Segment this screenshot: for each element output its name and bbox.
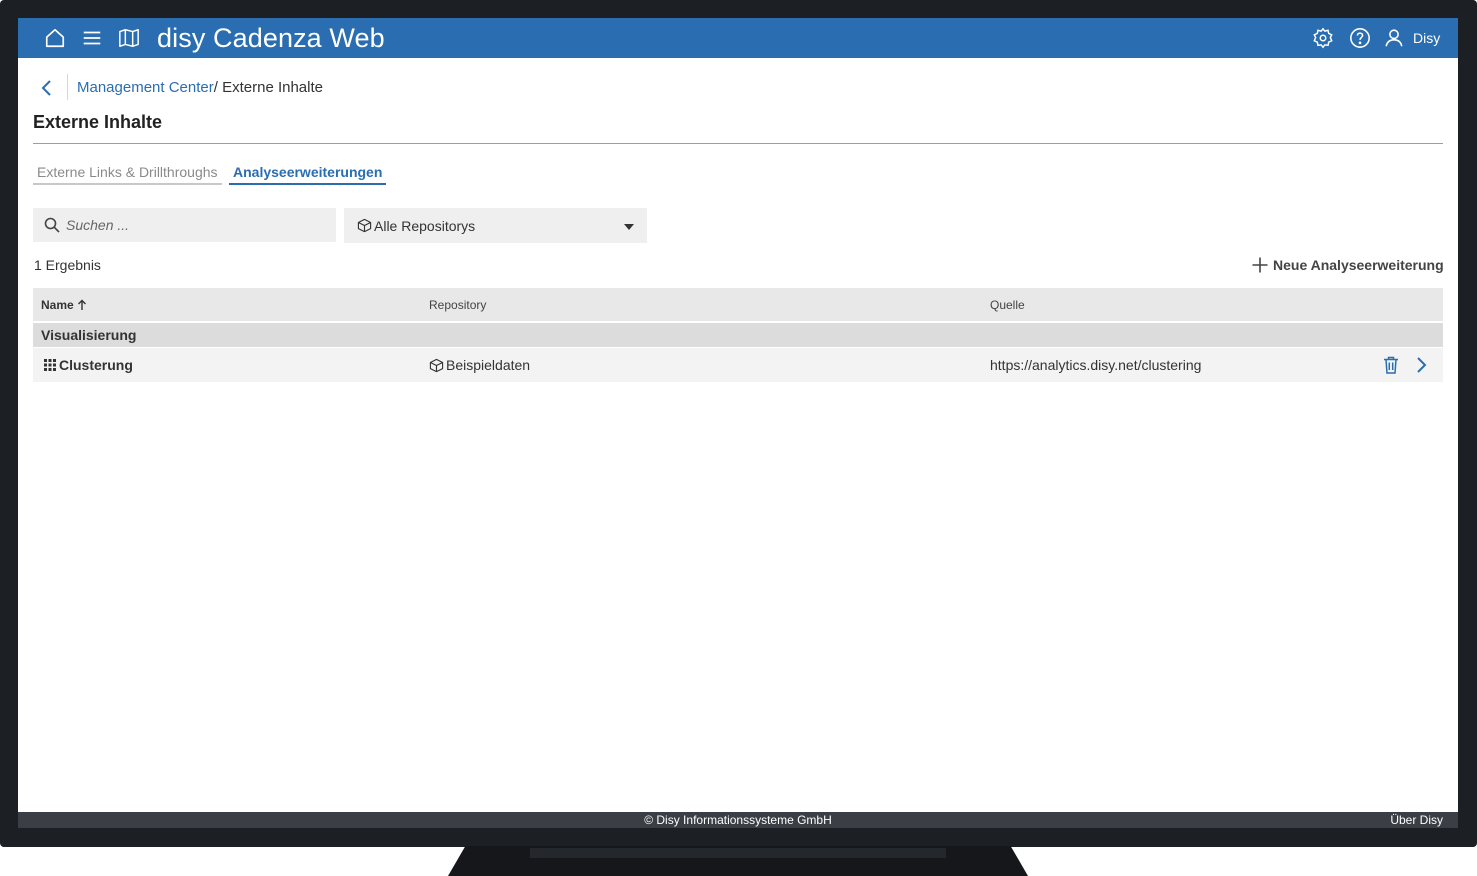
trash-icon[interactable] [1382, 356, 1400, 374]
row-repository: Beispieldaten [446, 357, 531, 373]
help-icon[interactable] [1348, 26, 1372, 50]
plus-icon [1252, 257, 1268, 273]
result-count: 1 Ergebnis [34, 257, 101, 273]
table-header: Name Repository Quelle [33, 288, 1443, 321]
breadcrumb: Management Center/ Externe Inhalte [77, 79, 323, 96]
app-window: disy Cadenza Web Disy Management Center/… [18, 18, 1458, 828]
search-box [33, 208, 336, 242]
search-input[interactable] [66, 210, 316, 240]
breadcrumb-link-management-center[interactable]: Management Center [77, 79, 214, 96]
footer: © Disy Informationssysteme GmbH Über Dis… [18, 812, 1458, 828]
copyright-text: © Disy Informationssysteme GmbH [644, 813, 832, 827]
row-name-cell: Clusterung [44, 357, 133, 373]
top-bar: disy Cadenza Web Disy [18, 18, 1458, 58]
breadcrumb-divider [67, 74, 68, 100]
row-repository-cell: Beispieldaten [429, 357, 530, 373]
column-header-repository[interactable]: Repository [429, 298, 486, 312]
search-icon [44, 217, 60, 233]
map-icon[interactable] [117, 26, 141, 50]
table-row[interactable]: Clusterung Beispieldaten https://analyti… [33, 348, 1443, 382]
tab-externe-links[interactable]: Externe Links & Drillthroughs [33, 164, 222, 185]
table-group-row: Visualisierung [33, 323, 1443, 347]
sort-ascending-icon [77, 299, 86, 310]
menu-icon[interactable] [80, 26, 104, 50]
row-name: Clusterung [59, 357, 133, 373]
back-button[interactable] [36, 77, 58, 99]
repository-select-value: Alle Repositorys [374, 217, 476, 234]
user-icon[interactable] [1382, 26, 1406, 50]
about-link[interactable]: Über Disy [1390, 813, 1443, 827]
gear-icon[interactable] [1311, 26, 1335, 50]
tab-analyseerweiterungen[interactable]: Analyseerweiterungen [229, 164, 387, 185]
breadcrumb-current: Externe Inhalte [222, 79, 323, 96]
caret-down-icon [624, 224, 634, 230]
column-header-name[interactable]: Name [41, 298, 87, 312]
row-source: https://analytics.disy.net/clustering [990, 357, 1202, 373]
new-analysis-extension-label: Neue Analyseerweiterung [1273, 257, 1444, 273]
app-title: disy Cadenza Web [157, 23, 385, 53]
page-title: Externe Inhalte [33, 112, 163, 132]
new-analysis-extension-button[interactable]: Neue Analyseerweiterung [1251, 256, 1444, 274]
grid-icon [44, 359, 56, 371]
column-header-source[interactable]: Quelle [990, 298, 1025, 312]
cube-icon [357, 218, 372, 233]
breadcrumb-separator: / [213, 79, 218, 96]
column-header-name-label: Name [41, 298, 74, 312]
repository-select[interactable]: Alle Repositorys [344, 208, 647, 243]
group-label: Visualisierung [41, 327, 137, 343]
home-icon[interactable] [43, 26, 67, 50]
title-divider [33, 143, 1443, 144]
user-name[interactable]: Disy [1413, 30, 1440, 46]
monitor-stand-highlight [530, 848, 946, 858]
chevron-right-icon[interactable] [1412, 356, 1430, 374]
chevron-left-icon [41, 80, 51, 96]
cube-icon [429, 358, 444, 372]
